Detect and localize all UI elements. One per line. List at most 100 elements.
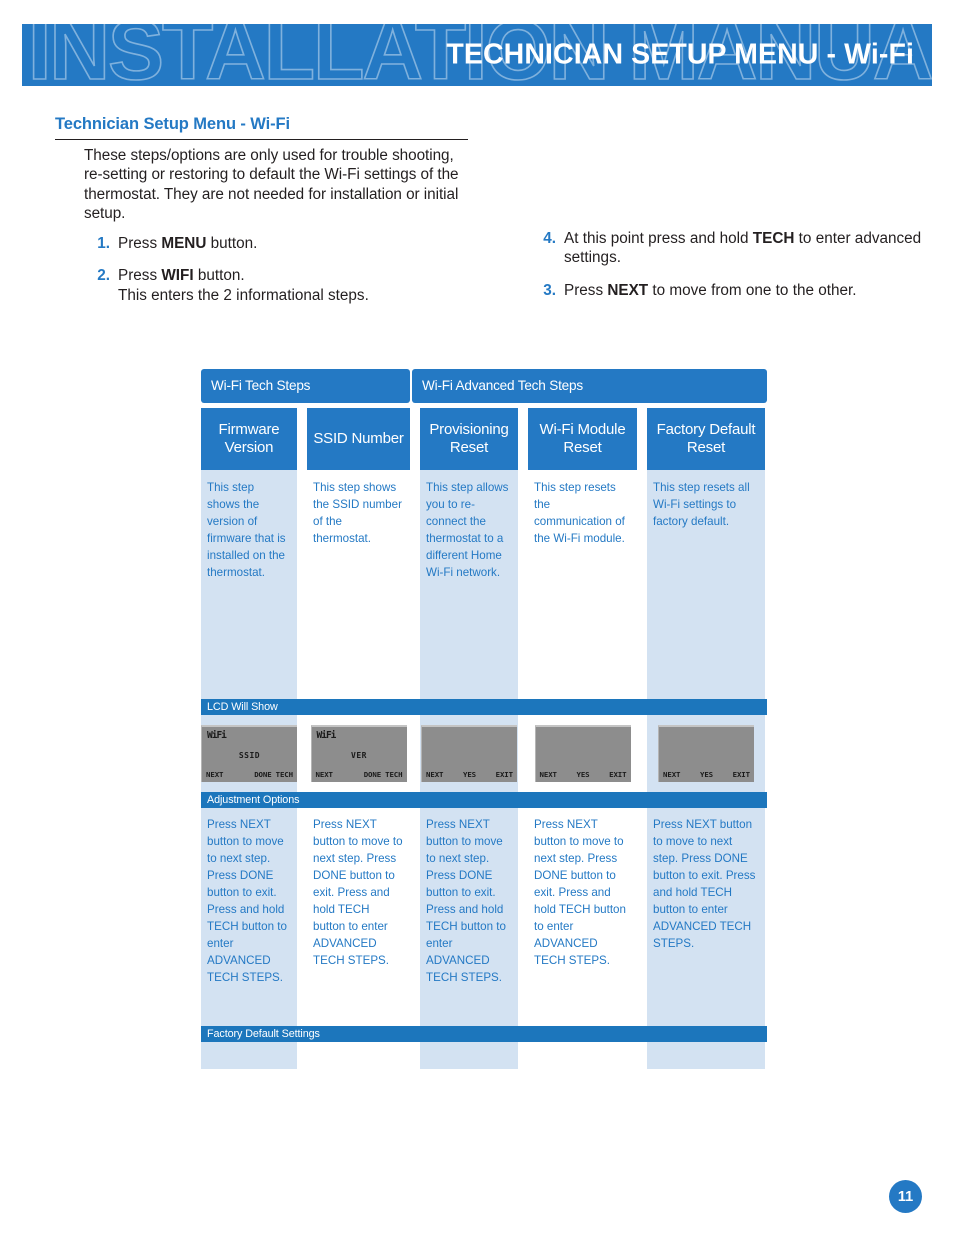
factory-default-cell — [528, 1042, 647, 1069]
table-group-header-row: Wi-Fi Tech Steps Wi-Fi Advanced Tech Ste… — [201, 369, 767, 403]
lcd-button-exit: EXIT — [732, 770, 751, 779]
adjustment-cell: Press NEXT button to move to next step. … — [647, 808, 767, 1026]
step-text-post: to move from one to the other. — [648, 281, 857, 299]
step-text-post: button. — [206, 235, 258, 252]
step-text-bold: TECH — [752, 230, 795, 247]
lcd-cell-inner: NEXT YES EXIT — [420, 715, 518, 792]
factory-default-cell — [420, 1042, 528, 1069]
step-number: 3. — [543, 281, 556, 299]
lcd-button-row: NEXT YES EXIT — [426, 770, 513, 779]
factory-default-cell — [201, 1042, 307, 1069]
lcd-cell: WiFi VER NEXT DONE TECH — [307, 715, 420, 792]
factory-default-cell — [647, 1042, 767, 1069]
lcd-button-next: NEXT — [206, 770, 224, 779]
lcd-button-row: NEXT DONE TECH — [206, 770, 293, 779]
steps-list-right: 4. At this point press and hold TECH to … — [530, 229, 925, 313]
description-ssid-number: This step shows the SSID number of the t… — [307, 470, 410, 699]
description-cell: This step allows you to re-connect the t… — [420, 470, 528, 699]
table-adjustment-row: Press NEXT button to move to next step. … — [201, 808, 767, 1026]
lcd-cell-inner: WiFi VER NEXT DONE TECH — [307, 715, 410, 792]
factory-default-firmware-version — [201, 1042, 297, 1069]
factory-default-cell — [307, 1042, 420, 1069]
step-text-bold: NEXT — [607, 281, 649, 299]
band-adjustment-options: Adjustment Options — [201, 792, 767, 808]
lcd-button-row: NEXT DONE TECH — [316, 770, 403, 779]
lcd-button-yes: YES — [699, 770, 714, 779]
lcd-button-yes: YES — [576, 770, 590, 779]
description-wifi-module-reset: This step resets the communication of th… — [528, 470, 637, 699]
lcd-cell-inner: WiFi SSID NEXT DONE TECH — [201, 715, 297, 792]
lcd-button-row: NEXT YES EXIT — [663, 770, 750, 779]
adjustment-cell: Press NEXT button to move to next step. … — [201, 808, 307, 1026]
description-firmware-version: This step shows the version of firmware … — [201, 470, 297, 699]
step-number: 1. — [97, 235, 110, 252]
list-item: 2. Press WIFI button. This enters the 2 … — [84, 266, 484, 305]
column-header-cell: Wi-Fi Module Reset — [528, 408, 647, 470]
lcd-cell: WiFi SSID NEXT DONE TECH — [201, 715, 307, 792]
column-title-firmware-version: Firmware Version — [201, 408, 297, 470]
factory-default-provisioning-reset — [420, 1042, 518, 1069]
table-column-header-row: Firmware Version SSID Number Provisionin… — [201, 408, 767, 470]
band-factory-default-settings: Factory Default Settings — [201, 1026, 767, 1042]
lcd-button-group: DONE TECH — [364, 770, 403, 779]
lcd-button-exit: EXIT — [609, 770, 627, 779]
lcd-button-done: DONE — [254, 770, 272, 779]
column-title-ssid-number: SSID Number — [307, 408, 410, 470]
table-description-row: This step shows the version of firmware … — [201, 470, 767, 699]
description-cell: This step shows the SSID number of the t… — [307, 470, 420, 699]
adjustment-provisioning-reset: Press NEXT button to move to next step. … — [420, 808, 518, 1026]
lcd-screen-factory-default-reset: NEXT YES EXIT — [658, 725, 754, 782]
column-header-cell: SSID Number — [307, 408, 420, 470]
column-title-provisioning-reset: Provisioning Reset — [420, 408, 518, 470]
intro-paragraph: These steps/options are only used for tr… — [84, 147, 459, 223]
lcd-cell: NEXT YES EXIT — [647, 715, 767, 792]
lcd-center-label: SSID — [238, 751, 261, 760]
table-factory-default-row — [201, 1042, 767, 1069]
group-header-wifi-advanced-tech-steps: Wi-Fi Advanced Tech Steps — [412, 369, 767, 403]
step-text-bold: WIFI — [161, 267, 194, 285]
description-factory-default-reset: This step resets all Wi-Fi settings to f… — [647, 470, 765, 699]
lcd-cell-inner: NEXT YES EXIT — [528, 715, 637, 792]
adjustment-firmware-version: Press NEXT button to move to next step. … — [201, 808, 297, 1026]
adjustment-cell: Press NEXT button to move to next step. … — [528, 808, 647, 1026]
description-cell: This step resets the communication of th… — [528, 470, 647, 699]
description-cell: This step shows the version of firmware … — [201, 470, 307, 699]
lcd-center-label: VER — [351, 751, 367, 760]
section-divider — [55, 139, 468, 141]
column-title-wifi-module-reset: Wi-Fi Module Reset — [528, 408, 637, 470]
lcd-button-done: DONE — [363, 770, 382, 779]
list-item: 4. At this point press and hold TECH to … — [530, 229, 925, 268]
page-number-badge: 11 — [889, 1180, 922, 1213]
step-number: 4. — [543, 230, 556, 247]
step-text-pre: Press — [564, 281, 608, 299]
lcd-wifi-label: WiFi — [316, 730, 337, 741]
column-header-cell: Factory Default Reset — [647, 408, 767, 470]
adjustment-cell: Press NEXT button to move to next step. … — [420, 808, 528, 1026]
description-provisioning-reset: This step allows you to re-connect the t… — [420, 470, 518, 699]
band-lcd-will-show: LCD Will Show — [201, 699, 767, 715]
step-text-pre: At this point press and hold — [564, 230, 753, 247]
step-text-pre: Press — [118, 267, 162, 285]
lcd-cell: NEXT YES EXIT — [420, 715, 528, 792]
list-item: 1. Press MENU button. — [84, 234, 484, 253]
description-cell: This step resets all Wi-Fi settings to f… — [647, 470, 767, 699]
section-title: Technician Setup Menu - Wi-Fi — [55, 115, 290, 133]
lcd-screen-wifi-module-reset: NEXT YES EXIT — [534, 725, 631, 782]
adjustment-ssid-number: Press NEXT button to move to next step. … — [307, 808, 410, 1026]
lcd-screen-ssid-number: WiFi VER NEXT DONE TECH — [310, 725, 407, 782]
lcd-screen-firmware-version: WiFi SSID NEXT DONE TECH — [201, 725, 297, 782]
lcd-button-group: DONE TECH — [254, 770, 293, 779]
factory-default-wifi-module-reset — [528, 1042, 637, 1069]
column-title-factory-default-reset: Factory Default Reset — [647, 408, 765, 470]
step-number: 2. — [97, 267, 110, 285]
group-header-wifi-tech-steps: Wi-Fi Tech Steps — [201, 369, 410, 403]
factory-default-ssid-number — [307, 1042, 410, 1069]
page-title: TECHNICIAN SETUP MENU - Wi-Fi — [446, 38, 914, 71]
adjustment-wifi-module-reset: Press NEXT button to move to next step. … — [528, 808, 637, 1026]
page-header-banner: INSTALLATION MANUAL TECHNICIAN SETUP MEN… — [22, 24, 932, 86]
lcd-cell: NEXT YES EXIT — [528, 715, 647, 792]
adjustment-cell: Press NEXT button to move to next step. … — [307, 808, 420, 1026]
lcd-button-tech: TECH — [385, 770, 403, 779]
lcd-button-next: NEXT — [315, 770, 334, 779]
column-header-cell: Provisioning Reset — [420, 408, 528, 470]
